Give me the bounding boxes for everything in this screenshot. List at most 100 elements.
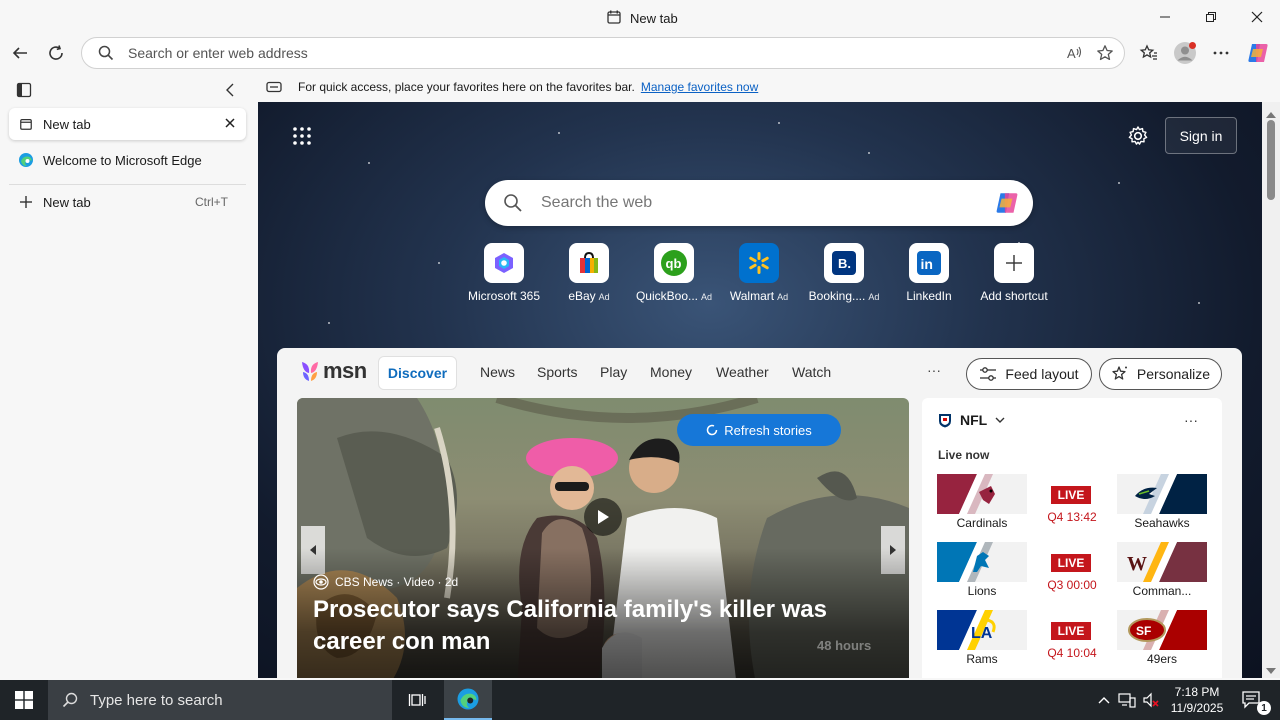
page-settings-gear-icon[interactable] [1127, 125, 1149, 150]
tab-money[interactable]: Money [650, 364, 692, 380]
collapse-pane-chevron-icon[interactable] [224, 82, 238, 101]
shortcut-linkedin[interactable]: in LinkedIn [884, 243, 974, 303]
copilot-icon [1248, 44, 1268, 62]
web-search-input[interactable] [541, 193, 961, 213]
shortcut-add[interactable]: Add shortcut [969, 243, 1059, 303]
profile-button[interactable] [1170, 38, 1200, 68]
msn-nav: msn Discover News Sports Play Money Weat… [277, 348, 1242, 400]
live-badge: LIVE [1051, 622, 1091, 640]
shortcut-booking[interactable]: B. Booking.... Ad [799, 243, 889, 303]
refresh-stories-button[interactable]: Refresh stories [677, 414, 841, 446]
favorites-bar-message: For quick access, place your favorites h… [298, 80, 635, 94]
play-video-button[interactable] [584, 498, 622, 536]
address-input[interactable] [128, 44, 1028, 62]
hero-story-card[interactable]: Refresh stories CBS News · Video · 2d Pr… [297, 398, 909, 678]
msn-logo[interactable]: msn [299, 358, 367, 384]
web-search-box[interactable] [485, 180, 1033, 226]
game-row[interactable]: LA Rams LIVE Q4 10:04 SF 49ers [937, 610, 1207, 668]
game-row[interactable]: Cardinals LIVE Q4 13:42 Seahawks [937, 474, 1207, 532]
scroll-thumb[interactable] [1267, 120, 1275, 200]
plus-icon [994, 243, 1034, 283]
back-arrow-icon [12, 47, 27, 59]
tab-weather[interactable]: Weather [716, 364, 769, 380]
title-bar: New tab [0, 0, 1280, 34]
msn-feed: msn Discover News Sports Play Money Weat… [277, 348, 1242, 678]
nfl-more-button[interactable]: ··· [1184, 412, 1198, 428]
vertical-tabs-pane: New tab Welcome to Microsoft Edge New ta… [0, 72, 248, 680]
tab-play[interactable]: Play [600, 364, 627, 380]
read-aloud-icon[interactable]: A [1066, 44, 1084, 65]
refresh-spinner-icon [707, 424, 718, 436]
taskbar-search-box[interactable]: Type here to search [48, 680, 392, 720]
live-badge: LIVE [1051, 554, 1091, 572]
close-icon [1251, 11, 1263, 23]
taskbar-edge-app[interactable] [444, 680, 492, 720]
back-button[interactable] [5, 38, 35, 68]
shortcut-ebay[interactable]: eBay Ad [544, 243, 634, 303]
booking-icon: B. [824, 243, 864, 283]
clock-time: 7:18 PM [1174, 685, 1220, 699]
browser-toolbar: A [0, 34, 1280, 72]
tab-sports[interactable]: Sports [537, 364, 577, 380]
search-icon [98, 45, 114, 64]
vertical-tab-welcome[interactable]: Welcome to Microsoft Edge [9, 144, 246, 176]
nfl-header[interactable]: NFL [938, 412, 1005, 428]
task-view-button[interactable] [394, 680, 440, 720]
tab-label: Welcome to Microsoft Edge [43, 152, 202, 168]
divider [9, 184, 246, 185]
tab-page-icon [9, 117, 43, 131]
cbs-eye-icon [313, 574, 329, 590]
manage-favorites-link[interactable]: Manage favorites now [641, 80, 758, 94]
scroll-up-arrow-icon[interactable] [1266, 106, 1276, 121]
svg-text:SF: SF [1136, 624, 1151, 638]
volume-muted-icon [1143, 692, 1159, 708]
copilot-button[interactable] [1243, 38, 1273, 68]
copilot-search-icon[interactable] [993, 190, 1021, 219]
restore-button[interactable] [1188, 0, 1234, 34]
vertical-tab-new-tab[interactable]: New tab [9, 108, 246, 140]
tab-watch[interactable]: Watch [792, 364, 831, 380]
shortcut-microsoft-365[interactable]: Microsoft 365 [459, 243, 549, 303]
sign-in-button[interactable]: Sign in [1165, 117, 1237, 154]
personalize-button[interactable]: Personalize [1099, 358, 1222, 390]
apps-grid-icon[interactable] [292, 126, 312, 149]
feed-layout-button[interactable]: Feed layout [966, 358, 1092, 390]
start-button[interactable] [0, 680, 48, 720]
clock-button[interactable]: 7:18 PM 11/9/2025 [1164, 680, 1230, 720]
add-favorite-star-icon[interactable] [1096, 44, 1114, 65]
notifications-button[interactable]: 1 [1232, 680, 1272, 720]
svg-text:LA: LA [971, 625, 993, 642]
windows-logo-icon [15, 691, 33, 709]
show-hidden-icons-button[interactable] [1094, 680, 1114, 720]
close-window-button[interactable] [1234, 0, 1280, 34]
linkedin-icon: in [909, 243, 949, 283]
network-button[interactable] [1116, 680, 1138, 720]
shortcut-quickbooks[interactable]: qb QuickBoo... Ad [629, 243, 719, 303]
shortcut-walmart[interactable]: Walmart Ad [714, 243, 804, 303]
more-horizontal-icon [1213, 51, 1229, 55]
address-bar[interactable]: A [81, 37, 1125, 69]
scroll-down-arrow-icon[interactable] [1266, 662, 1276, 677]
more-tabs-button[interactable]: ··· [927, 362, 941, 378]
favorites-button[interactable] [1134, 38, 1164, 68]
msn-butterfly-icon [302, 362, 318, 381]
live-badge: LIVE [1051, 486, 1091, 504]
refresh-button[interactable] [41, 38, 71, 68]
notification-count-badge: 1 [1257, 701, 1271, 715]
hero-headline[interactable]: Prosecutor says California family's kill… [313, 594, 893, 658]
settings-more-button[interactable] [1206, 38, 1236, 68]
hero-source: CBS News · Video · 2d [313, 574, 458, 590]
team-away: SF 49ers [1117, 610, 1207, 668]
walmart-spark-icon [739, 243, 779, 283]
volume-button[interactable] [1140, 680, 1162, 720]
new-tab-button[interactable]: New tab Ctrl+T [9, 186, 246, 218]
network-icon [1118, 693, 1136, 708]
close-tab-icon[interactable] [224, 117, 236, 132]
tab-actions-icon[interactable] [16, 82, 32, 101]
sliders-icon [980, 367, 997, 381]
tab-news[interactable]: News [480, 364, 515, 380]
game-row[interactable]: Lions LIVE Q3 00:00 W Comman... [937, 542, 1207, 600]
minimize-button[interactable] [1142, 0, 1188, 34]
tab-discover[interactable]: Discover [378, 356, 457, 390]
page-scrollbar[interactable] [1262, 102, 1280, 678]
